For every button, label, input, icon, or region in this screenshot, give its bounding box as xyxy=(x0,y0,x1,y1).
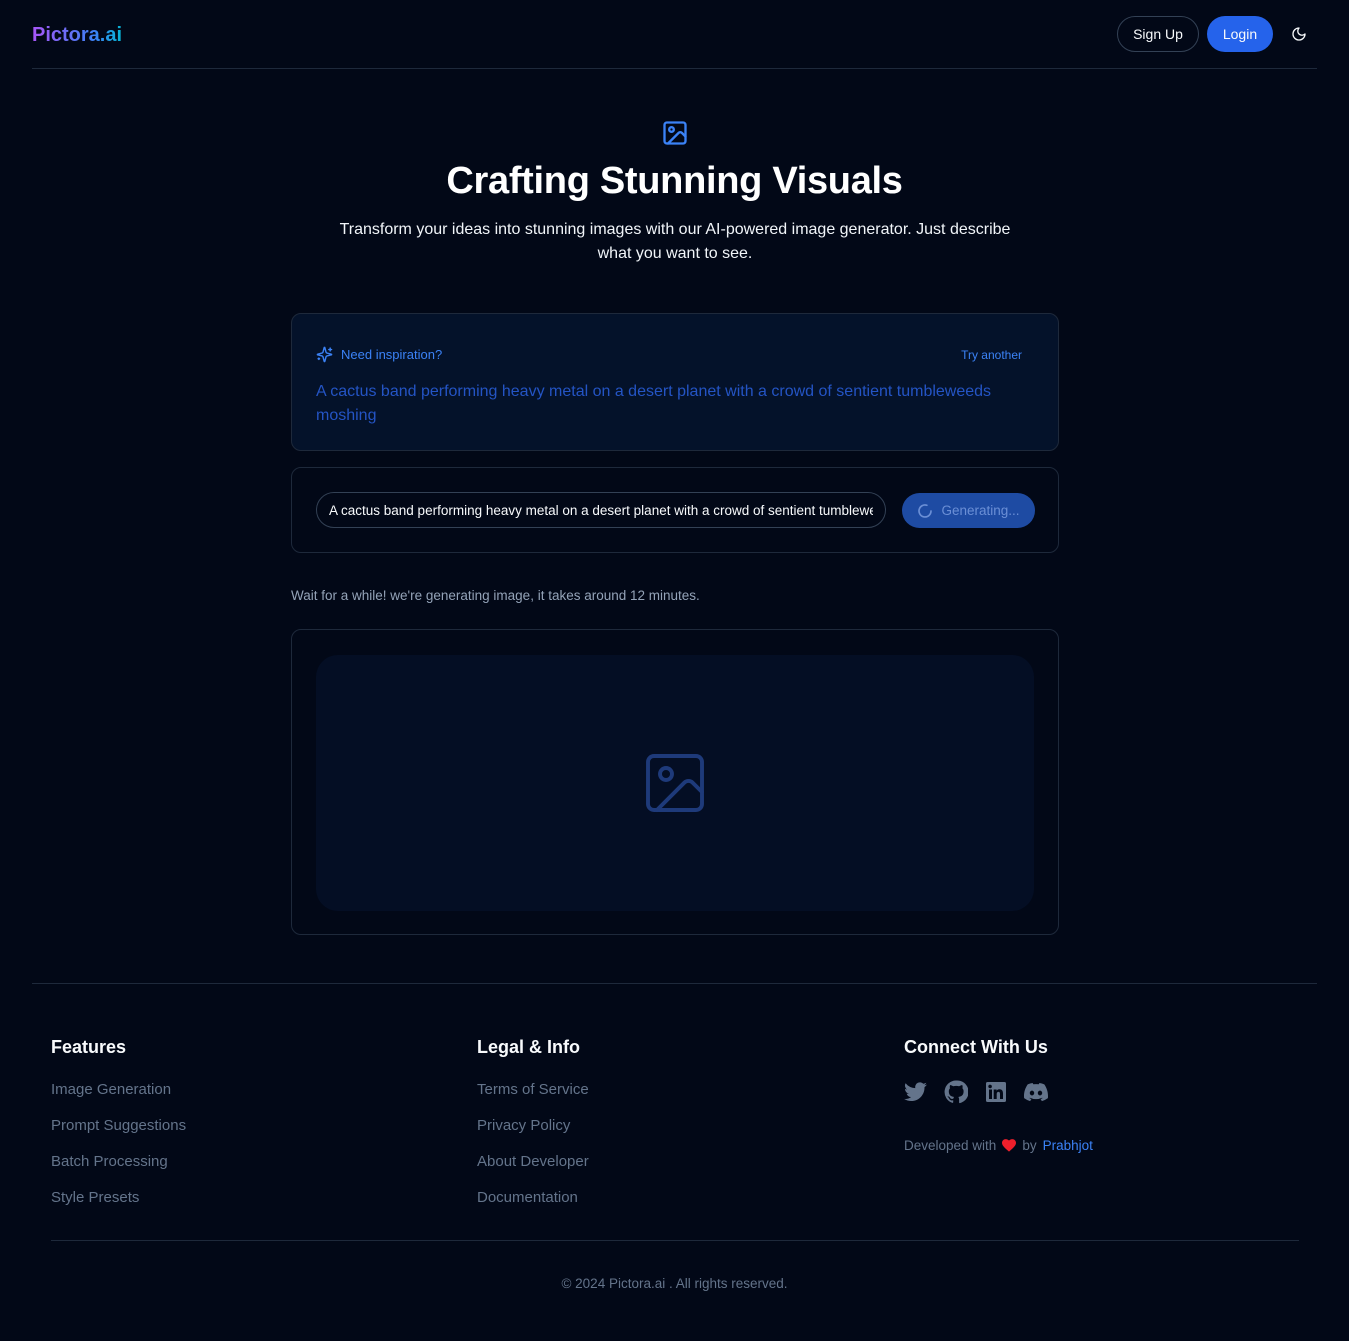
developer-link[interactable]: Prabhjot xyxy=(1043,1138,1093,1153)
image-result-card xyxy=(291,629,1059,935)
inspiration-prompt[interactable]: A cactus band performing heavy metal on … xyxy=(316,380,1016,428)
footer-link-prompt-suggestions[interactable]: Prompt Suggestions xyxy=(51,1116,186,1136)
prompt-card: Generating... xyxy=(291,467,1059,553)
spinner-icon xyxy=(918,503,933,518)
legal-heading: Legal & Info xyxy=(477,1037,580,1057)
features-heading: Features xyxy=(51,1037,127,1057)
heart-icon xyxy=(1002,1139,1017,1152)
theme-toggle-button[interactable] xyxy=(1288,23,1310,45)
generate-button[interactable]: Generating... xyxy=(902,493,1035,528)
developed-by: by xyxy=(1022,1138,1037,1153)
footer-link-privacy[interactable]: Privacy Policy xyxy=(477,1116,589,1136)
moon-icon xyxy=(1292,27,1306,41)
sparkles-icon xyxy=(316,346,333,363)
footer-link-image-generation[interactable]: Image Generation xyxy=(51,1080,186,1100)
page-subtitle: Transform your ideas into stunning image… xyxy=(339,221,1011,262)
page-title: Crafting Stunning Visuals xyxy=(446,160,903,202)
connect-heading: Connect With Us xyxy=(904,1037,1048,1057)
status-text: Wait for a while! we're generating image… xyxy=(291,588,700,603)
image-placeholder xyxy=(316,655,1034,911)
footer-link-batch-processing[interactable]: Batch Processing xyxy=(51,1152,186,1172)
discord-icon[interactable] xyxy=(1024,1080,1048,1104)
generate-button-label: Generating... xyxy=(941,503,1020,518)
footer-link-documentation[interactable]: Documentation xyxy=(477,1188,589,1208)
try-another-button[interactable]: Try another xyxy=(961,348,1022,362)
header: Pictora.ai Sign Up Login xyxy=(32,0,1317,69)
footer-bottom-divider xyxy=(51,1240,1299,1241)
footer-divider xyxy=(32,983,1317,984)
github-icon[interactable] xyxy=(944,1080,968,1104)
prompt-input[interactable] xyxy=(316,492,886,528)
footer-link-terms[interactable]: Terms of Service xyxy=(477,1080,589,1100)
footer-features: Features Image Generation Prompt Suggest… xyxy=(51,1036,186,1224)
image-placeholder-icon xyxy=(646,754,704,812)
footer-link-about-developer[interactable]: About Developer xyxy=(477,1152,589,1172)
twitter-icon[interactable] xyxy=(904,1080,928,1104)
logo[interactable]: Pictora.ai xyxy=(32,24,122,47)
inspiration-card: Need inspiration? Try another A cactus b… xyxy=(291,313,1059,451)
login-button[interactable]: Login xyxy=(1207,16,1273,52)
copyright: © 2024 Pictora.ai . All rights reserved. xyxy=(561,1276,788,1291)
developer-credit: Developed with by Prabhjot xyxy=(904,1138,1093,1153)
signup-button[interactable]: Sign Up xyxy=(1117,16,1199,52)
linkedin-icon[interactable] xyxy=(984,1080,1008,1104)
footer-connect: Connect With Us Developed with by Prabhj… xyxy=(904,1036,1093,1153)
developed-prefix: Developed with xyxy=(904,1138,997,1153)
image-icon xyxy=(661,119,689,147)
footer-legal: Legal & Info Terms of Service Privacy Po… xyxy=(477,1036,589,1224)
inspiration-label: Need inspiration? xyxy=(341,347,443,362)
social-links xyxy=(904,1080,1093,1104)
footer-link-style-presets[interactable]: Style Presets xyxy=(51,1188,186,1208)
